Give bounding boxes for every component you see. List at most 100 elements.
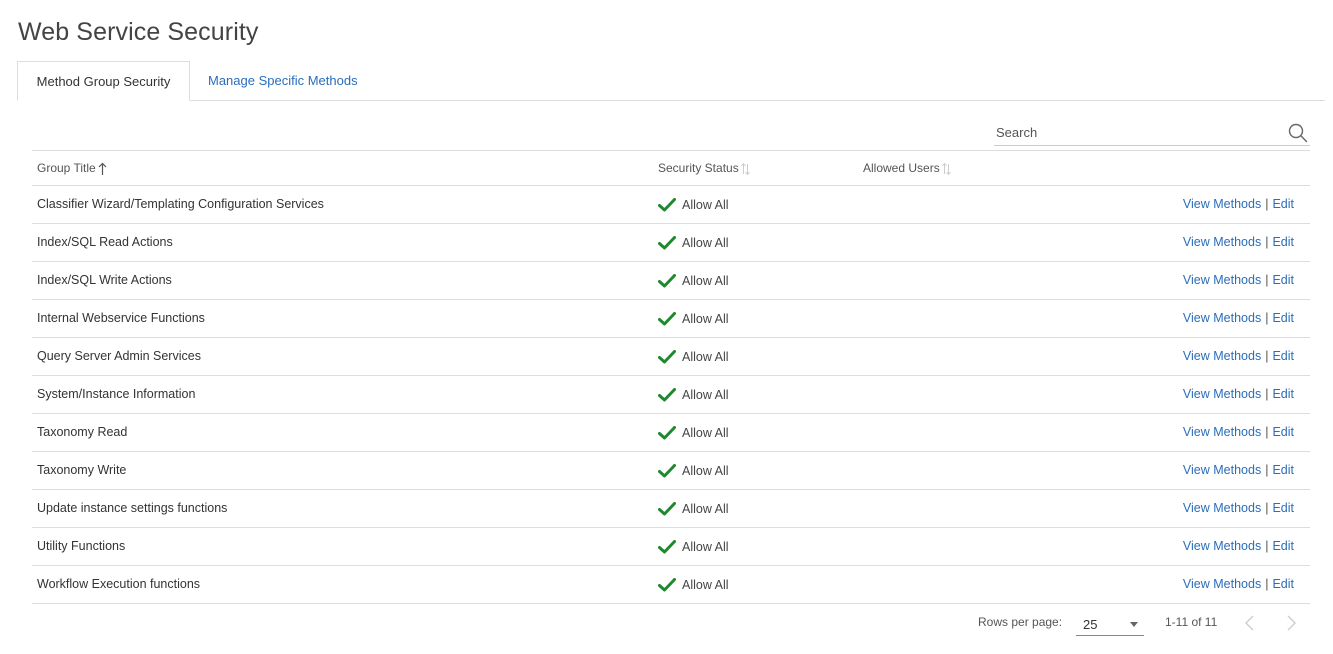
tab-manage-specific-methods[interactable]: Manage Specific Methods <box>192 61 374 101</box>
row-actions: View Methods | Edit <box>1183 528 1294 565</box>
rows-per-page-label: Rows per page: <box>978 615 1063 629</box>
security-status-cell: Allow All <box>658 528 729 565</box>
rows-per-page-select[interactable]: 25 <box>1076 612 1144 636</box>
group-title-cell: Classifier Wizard/Templating Configurati… <box>37 197 324 211</box>
row-actions: View Methods | Edit <box>1183 490 1294 527</box>
checkmark-icon <box>658 577 676 591</box>
checkmark-icon <box>658 425 676 439</box>
checkmark-icon <box>658 539 676 553</box>
security-status-cell: Allow All <box>658 376 729 413</box>
pagination-range: 1-11 of 11 <box>1165 615 1218 629</box>
table-body: Classifier Wizard/Templating Configurati… <box>32 186 1310 604</box>
edit-link[interactable]: Edit <box>1272 311 1294 325</box>
view-methods-link[interactable]: View Methods <box>1183 577 1261 591</box>
security-status-label: Allow All <box>682 387 729 402</box>
row-actions: View Methods | Edit <box>1183 338 1294 375</box>
table-row: Index/SQL Write Actions Allow All View M… <box>32 262 1310 300</box>
chevron-right-icon[interactable] <box>1284 614 1298 632</box>
action-separator: | <box>1265 539 1269 553</box>
action-separator: | <box>1265 387 1269 401</box>
security-status-label: Allow All <box>682 235 729 250</box>
edit-link[interactable]: Edit <box>1272 577 1294 591</box>
view-methods-link[interactable]: View Methods <box>1183 425 1261 439</box>
security-status-label: Allow All <box>682 425 729 440</box>
table-row: Query Server Admin Services Allow All Vi… <box>32 338 1310 376</box>
action-separator: | <box>1265 235 1269 249</box>
view-methods-link[interactable]: View Methods <box>1183 501 1261 515</box>
edit-link[interactable]: Edit <box>1272 197 1294 211</box>
security-status-cell: Allow All <box>658 186 729 223</box>
edit-link[interactable]: Edit <box>1272 463 1294 477</box>
checkmark-icon <box>658 501 676 515</box>
view-methods-link[interactable]: View Methods <box>1183 539 1261 553</box>
column-header-label: Allowed Users <box>863 161 940 175</box>
search-box <box>994 120 1310 146</box>
checkmark-icon <box>658 197 676 211</box>
checkmark-icon <box>658 387 676 401</box>
security-status-label: Allow All <box>682 311 729 326</box>
search-input[interactable] <box>994 120 1274 145</box>
table-row: Taxonomy Read Allow All View Methods | Edi… <box>32 414 1310 452</box>
action-separator: | <box>1265 425 1269 439</box>
security-status-label: Allow All <box>682 539 729 554</box>
checkmark-icon <box>658 273 676 287</box>
view-methods-link[interactable]: View Methods <box>1183 197 1261 211</box>
action-separator: | <box>1265 349 1269 363</box>
row-actions: View Methods | Edit <box>1183 452 1294 489</box>
sort-icon <box>941 162 951 175</box>
edit-link[interactable]: Edit <box>1272 235 1294 249</box>
security-status-cell: Allow All <box>658 490 729 527</box>
security-status-label: Allow All <box>682 577 729 592</box>
row-actions: View Methods | Edit <box>1183 224 1294 261</box>
action-separator: | <box>1265 273 1269 287</box>
security-status-label: Allow All <box>682 349 729 364</box>
group-title-cell: Query Server Admin Services <box>37 349 201 363</box>
table-row: Classifier Wizard/Templating Configurati… <box>32 186 1310 224</box>
row-actions: View Methods | Edit <box>1183 566 1294 603</box>
row-actions: View Methods | Edit <box>1183 186 1294 223</box>
column-header-label: Group Title <box>37 161 96 175</box>
view-methods-link[interactable]: View Methods <box>1183 349 1261 363</box>
tab-method-group-security[interactable]: Method Group Security <box>17 61 190 101</box>
row-actions: View Methods | Edit <box>1183 414 1294 451</box>
security-status-cell: Allow All <box>658 566 729 603</box>
edit-link[interactable]: Edit <box>1272 425 1294 439</box>
edit-link[interactable]: Edit <box>1272 387 1294 401</box>
column-header-group-title[interactable]: Group Title <box>37 151 107 186</box>
row-actions: View Methods | Edit <box>1183 376 1294 413</box>
table-row: Internal Webservice Functions Allow All … <box>32 300 1310 338</box>
search-icon[interactable] <box>1288 123 1308 143</box>
security-status-cell: Allow All <box>658 262 729 299</box>
edit-link[interactable]: Edit <box>1272 501 1294 515</box>
table-header: Group Title Security Status Allowed User… <box>32 150 1310 186</box>
security-status-cell: Allow All <box>658 452 729 489</box>
view-methods-link[interactable]: View Methods <box>1183 311 1261 325</box>
row-actions: View Methods | Edit <box>1183 300 1294 337</box>
table-row: System/Instance Information Allow All Vi… <box>32 376 1310 414</box>
view-methods-link[interactable]: View Methods <box>1183 463 1261 477</box>
view-methods-link[interactable]: View Methods <box>1183 273 1261 287</box>
column-header-allowed-users[interactable]: Allowed Users <box>863 151 951 186</box>
action-separator: | <box>1265 501 1269 515</box>
checkmark-icon <box>658 311 676 325</box>
edit-link[interactable]: Edit <box>1272 273 1294 287</box>
security-status-label: Allow All <box>682 197 729 212</box>
group-title-cell: System/Instance Information <box>37 387 196 401</box>
group-title-cell: Workflow Execution functions <box>37 577 201 591</box>
security-status-cell: Allow All <box>658 414 729 451</box>
action-separator: | <box>1265 577 1269 591</box>
view-methods-link[interactable]: View Methods <box>1183 387 1261 401</box>
edit-link[interactable]: Edit <box>1272 349 1294 363</box>
group-title-cell: Utility Functions <box>37 539 126 553</box>
view-methods-link[interactable]: View Methods <box>1183 235 1261 249</box>
action-separator: | <box>1265 463 1269 477</box>
security-status-cell: Allow All <box>658 338 729 375</box>
tab-bar: Method Group Security Manage Specific Me… <box>17 61 1325 101</box>
edit-link[interactable]: Edit <box>1272 539 1294 553</box>
security-status-label: Allow All <box>682 273 729 288</box>
column-header-security-status[interactable]: Security Status <box>658 151 750 186</box>
table-row: Taxonomy Write Allow All View Methods | Ed… <box>32 452 1310 490</box>
security-status-cell: Allow All <box>658 224 729 261</box>
chevron-left-icon[interactable] <box>1243 614 1257 632</box>
group-title-cell: Index/SQL Write Actions <box>37 273 172 287</box>
